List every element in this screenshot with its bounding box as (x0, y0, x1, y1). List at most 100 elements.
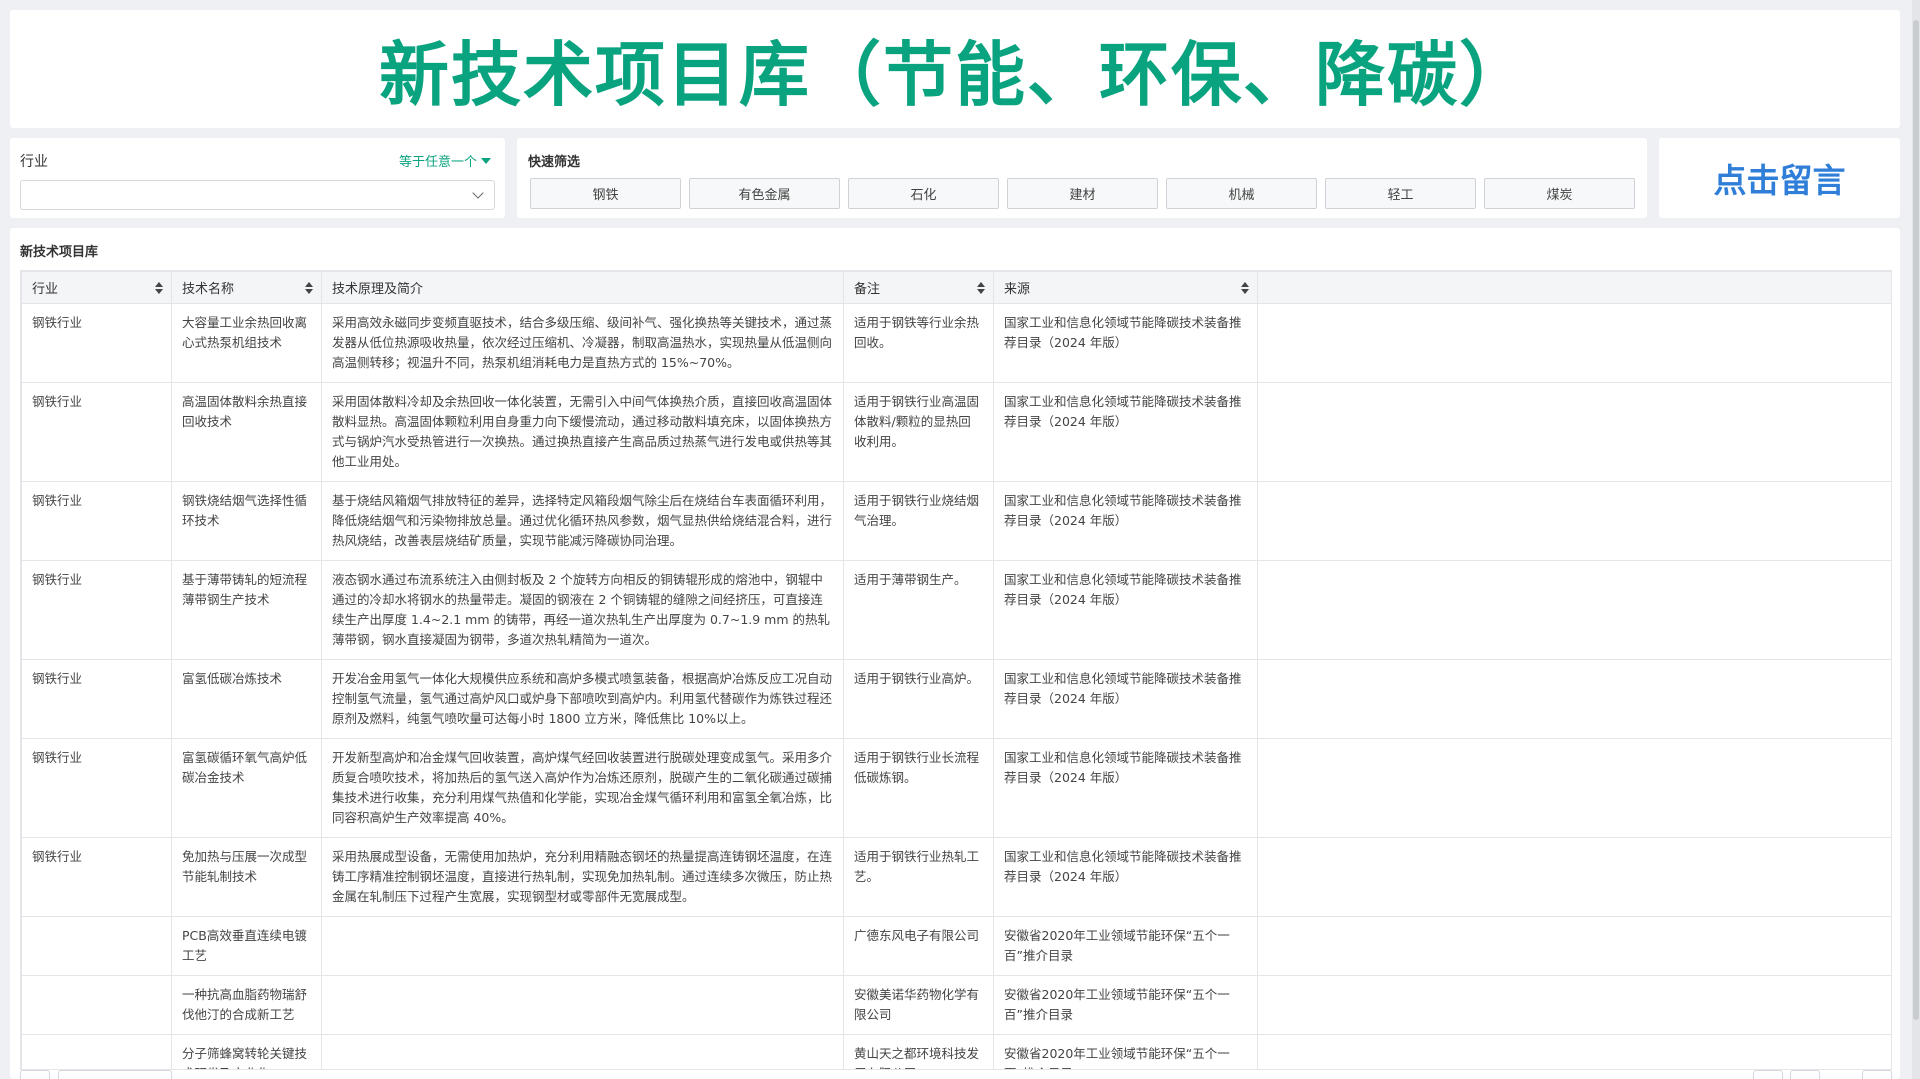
cell-industry (21, 1034, 172, 1069)
quick-filter-buttons: 钢铁 有色金属 石化 建材 机械 轻工 煤炭 (530, 178, 1635, 209)
cell-industry: 钢铁行业 (21, 481, 172, 561)
cell-note: 适用于钢铁行业长流程低碳炼钢。 (843, 738, 994, 838)
table-title: 新技术项目库 (20, 245, 99, 260)
cell-source: 安徽省2020年工业领域节能环保“五个一百”推介目录 (993, 916, 1258, 976)
cell-source: 安徽省2020年工业领域节能环保“五个一百”推介目录 (993, 1034, 1258, 1069)
filter-mode-label: 等于任意一个 (398, 155, 477, 170)
table-row[interactable]: 钢铁行业 免加热与压展一次成型节能轧制技术 采用热展成型设备，无需使用加热炉，充… (21, 837, 1891, 917)
table-header-row: 行业 技术名称 技术原理及简介 备注 来源 (21, 271, 1891, 304)
industry-select[interactable] (20, 180, 495, 210)
table-row[interactable]: 钢铁行业 钢铁烧结烟气选择性循环技术 基于烧结风箱烟气排放特征的差异，选择特定风… (21, 481, 1891, 561)
page-size-select[interactable] (58, 1070, 172, 1079)
cell-empty (1257, 916, 1891, 976)
cell-desc (321, 1034, 844, 1069)
quick-filter-button[interactable]: 有色金属 (689, 178, 840, 209)
message-card: 点击留言 (1659, 138, 1900, 218)
cell-name: PCB高效垂直连续电镀工艺 (171, 916, 322, 976)
column-header-empty (1257, 271, 1891, 304)
table-row[interactable]: 钢铁行业 基于薄带铸轧的短流程薄带钢生产技术 液态钢水通过布流系统注入由侧封板及… (21, 560, 1891, 660)
cell-name: 富氢碳循环氧气高炉低碳冶金技术 (171, 738, 322, 838)
first-page-button[interactable] (20, 1070, 50, 1079)
cell-empty (1257, 481, 1891, 561)
title-banner: 新技术项目库（节能、环保、降碳） (10, 10, 1900, 128)
sort-icon[interactable] (1241, 282, 1249, 294)
sort-icon[interactable] (977, 282, 985, 294)
next-page-button[interactable] (1790, 1070, 1820, 1079)
cell-desc: 采用热展成型设备，无需使用加热炉，充分利用精融态钢坯的热量提高连铸钢坯温度，在连… (321, 837, 844, 917)
cell-industry: 钢铁行业 (21, 659, 172, 739)
table-scroll-area[interactable]: 行业 技术名称 技术原理及简介 备注 来源 钢铁行业 大容量工业余热回收离心式热… (20, 270, 1892, 1070)
column-header-label: 技术原理及简介 (332, 282, 424, 297)
cell-industry (21, 916, 172, 976)
cell-industry: 钢铁行业 (21, 303, 172, 383)
sort-icon[interactable] (305, 282, 313, 294)
project-table-card: 新技术项目库 行业 技术名称 技术原理及简介 备注 来源 钢铁行业 大容量工业余… (10, 228, 1900, 1079)
column-header-name[interactable]: 技术名称 (171, 271, 322, 304)
cell-empty (1257, 659, 1891, 739)
quick-filter-button[interactable]: 机械 (1166, 178, 1317, 209)
cell-source: 安徽省2020年工业领域节能环保“五个一百”推介目录 (993, 975, 1258, 1035)
industry-filter-label: 行业 (20, 154, 48, 170)
filter-mode-dropdown[interactable]: 等于任意一个 (399, 151, 491, 170)
cell-industry: 钢铁行业 (21, 382, 172, 482)
table-row[interactable]: 钢铁行业 大容量工业余热回收离心式热泵机组技术 采用高效永磁同步变频直驱技术，结… (21, 303, 1891, 383)
cell-desc: 采用高效永磁同步变频直驱技术，结合多级压缩、级间补气、强化换热等关键技术，通过蒸… (321, 303, 844, 383)
cell-name: 钢铁烧结烟气选择性循环技术 (171, 481, 322, 561)
column-header-desc[interactable]: 技术原理及简介 (321, 271, 844, 304)
cell-desc: 采用固体散料冷却及余热回收一体化装置，无需引入中间气体换热介质，直接回收高温固体… (321, 382, 844, 482)
column-header-label: 来源 (1004, 282, 1031, 297)
quick-filter-label: 快速筛选 (528, 155, 581, 170)
cell-name: 分子筛蜂窝转轮关键技术研发及产业化 (171, 1034, 322, 1069)
cell-note: 适用于钢铁行业烧结烟气治理。 (843, 481, 994, 561)
quick-filter-button[interactable]: 建材 (1007, 178, 1158, 209)
scrollbar-thumb[interactable] (1913, 20, 1919, 1020)
table-row[interactable]: PCB高效垂直连续电镀工艺 广德东风电子有限公司 安徽省2020年工业领域节能环… (21, 916, 1891, 976)
cell-empty (1257, 560, 1891, 660)
cell-source: 国家工业和信息化领域节能降碳技术装备推荐目录（2024 年版） (993, 837, 1258, 917)
cell-desc: 开发冶金用氢气一体化大规模供应系统和高炉多模式喷氢装备，根据高炉冶炼反应工况自动… (321, 659, 844, 739)
last-page-button[interactable] (1862, 1070, 1892, 1079)
cell-note: 安徽美诺华药物化学有限公司 (843, 975, 994, 1035)
cell-name: 高温固体散料余热直接回收技术 (171, 382, 322, 482)
industry-filter-card: 行业 等于任意一个 (10, 138, 505, 218)
cell-desc (321, 916, 844, 976)
cell-industry: 钢铁行业 (21, 560, 172, 660)
page-title: 新技术项目库（节能、环保、降碳） (379, 33, 1531, 116)
prev-page-button[interactable] (1753, 1070, 1783, 1079)
cell-source: 国家工业和信息化领域节能降碳技术装备推荐目录（2024 年版） (993, 481, 1258, 561)
sort-icon[interactable] (155, 282, 163, 294)
column-header-source[interactable]: 来源 (993, 271, 1258, 304)
quick-filter-button[interactable]: 轻工 (1325, 178, 1476, 209)
table-row[interactable]: 钢铁行业 富氢碳循环氧气高炉低碳冶金技术 开发新型高炉和冶金煤气回收装置，高炉煤… (21, 738, 1891, 838)
table-row[interactable]: 分子筛蜂窝转轮关键技术研发及产业化 黄山天之都环境科技发展有限公司 安徽省202… (21, 1034, 1891, 1069)
column-header-label: 行业 (32, 282, 59, 297)
table-row[interactable]: 钢铁行业 高温固体散料余热直接回收技术 采用固体散料冷却及余热回收一体化装置，无… (21, 382, 1891, 482)
quick-filter-button[interactable]: 煤炭 (1484, 178, 1635, 209)
cell-note: 适用于钢铁行业高温固体散料/颗粒的显热回收利用。 (843, 382, 994, 482)
table-row[interactable]: 钢铁行业 富氢低碳冶炼技术 开发冶金用氢气一体化大规模供应系统和高炉多模式喷氢装… (21, 659, 1891, 739)
cell-industry (21, 975, 172, 1035)
quick-filter-button[interactable]: 钢铁 (530, 178, 681, 209)
page-scrollbar[interactable] (1912, 0, 1920, 1079)
leave-message-link[interactable]: 点击留言 (1714, 154, 1846, 202)
column-header-note[interactable]: 备注 (843, 271, 994, 304)
column-header-label: 备注 (854, 282, 881, 297)
cell-source: 国家工业和信息化领域节能降碳技术装备推荐目录（2024 年版） (993, 659, 1258, 739)
cell-desc: 开发新型高炉和冶金煤气回收装置，高炉煤气经回收装置进行脱碳处理变成氢气。采用多介… (321, 738, 844, 838)
cell-desc: 液态钢水通过布流系统注入由侧封板及 2 个旋转方向相反的铜铸辊形成的熔池中，钢辊… (321, 560, 844, 660)
cell-note: 黄山天之都环境科技发展有限公司 (843, 1034, 994, 1069)
cell-empty (1257, 975, 1891, 1035)
cell-note: 广德东风电子有限公司 (843, 916, 994, 976)
cell-source: 国家工业和信息化领域节能降碳技术装备推荐目录（2024 年版） (993, 738, 1258, 838)
pagination-bar (20, 1070, 1892, 1079)
cell-note: 适用于钢铁行业热轧工艺。 (843, 837, 994, 917)
caret-down-icon (481, 157, 491, 164)
cell-name: 基于薄带铸轧的短流程薄带钢生产技术 (171, 560, 322, 660)
table-row[interactable]: 一种抗高血脂药物瑞舒伐他汀的合成新工艺 安徽美诺华药物化学有限公司 安徽省202… (21, 975, 1891, 1035)
cell-desc: 基于烧结风箱烟气排放特征的差异，选择特定风箱段烟气除尘后在烧结台车表面循环利用，… (321, 481, 844, 561)
cell-empty (1257, 382, 1891, 482)
cell-industry: 钢铁行业 (21, 837, 172, 917)
column-header-industry[interactable]: 行业 (21, 271, 172, 304)
quick-filter-button[interactable]: 石化 (848, 178, 999, 209)
cell-empty (1257, 1034, 1891, 1069)
